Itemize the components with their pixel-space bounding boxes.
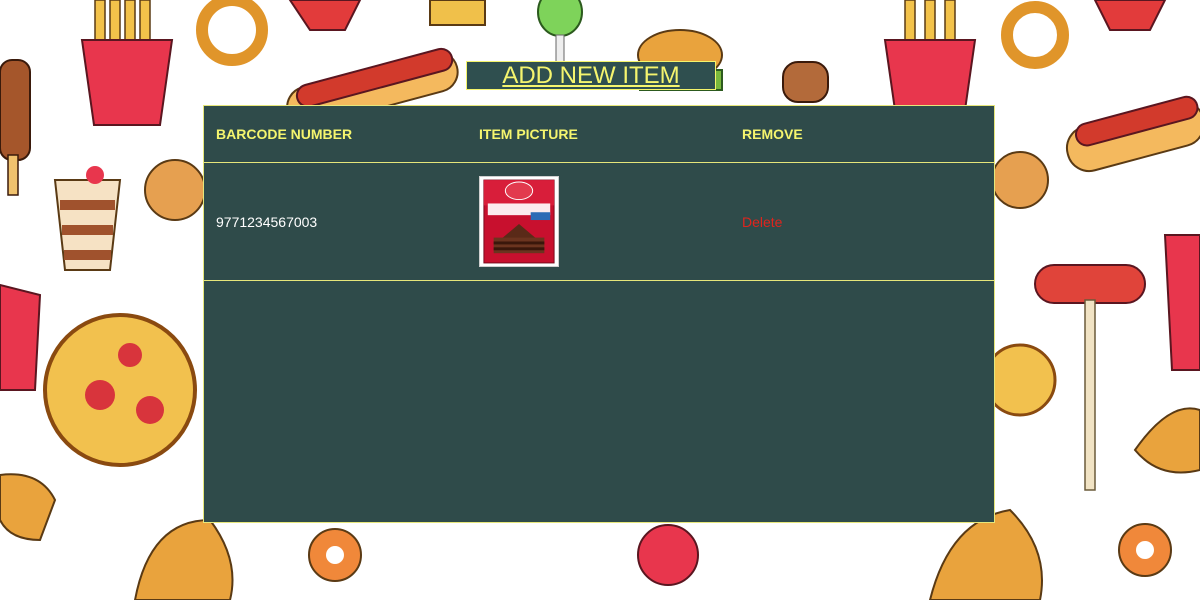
donut-hole [1136, 541, 1154, 559]
donut-hole [326, 546, 344, 564]
pretzel-icon [1001, 1, 1069, 69]
drink-icon [53, 166, 122, 271]
drink-icon [1163, 234, 1200, 371]
chicken-leg-icon [0, 473, 57, 542]
add-new-item-link[interactable]: ADD NEW ITEM [502, 62, 679, 89]
chicken-wing-icon [133, 518, 234, 600]
table-row: 9771234567003 Delete [204, 162, 994, 281]
snack-box-icon [1093, 0, 1167, 31]
donut-icon [991, 151, 1049, 209]
lollipop-icon [637, 524, 699, 586]
chicken-wing-icon [928, 508, 1043, 600]
popcorn-icon [0, 283, 42, 391]
delete-link[interactable]: Delete [742, 214, 782, 230]
lollipop-icon [537, 0, 583, 66]
fries-icon [883, 0, 977, 111]
donut-icon [144, 159, 206, 221]
pizza-icon [983, 343, 1057, 417]
barcode-cell: 9771234567003 [204, 162, 467, 281]
popsicle-icon [782, 61, 829, 103]
column-header-remove: REMOVE [730, 106, 994, 163]
pretzel-icon [196, 0, 268, 66]
pizza-icon [43, 313, 197, 467]
table-header-row: BARCODE NUMBER ITEM PICTURE REMOVE [204, 106, 994, 163]
remove-cell: Delete [730, 162, 994, 281]
add-new-item-box: ADD NEW ITEM [466, 61, 716, 90]
snack-box-icon [288, 0, 362, 31]
chicken-wing-icon [1133, 407, 1200, 474]
cup-icon [429, 0, 486, 26]
fries-icon [80, 0, 174, 126]
betty-crocker-logo [504, 181, 534, 201]
column-header-barcode: BARCODE NUMBER [204, 106, 467, 163]
popsicle-icon [0, 59, 31, 196]
picture-cell [467, 162, 730, 281]
hotdog-icon [1065, 95, 1200, 173]
items-table: BARCODE NUMBER ITEM PICTURE REMOVE 97712… [204, 106, 994, 281]
cake-mix-box-image [479, 176, 559, 267]
items-panel: BARCODE NUMBER ITEM PICTURE REMOVE 97712… [203, 105, 995, 523]
column-header-picture: ITEM PICTURE [467, 106, 730, 163]
